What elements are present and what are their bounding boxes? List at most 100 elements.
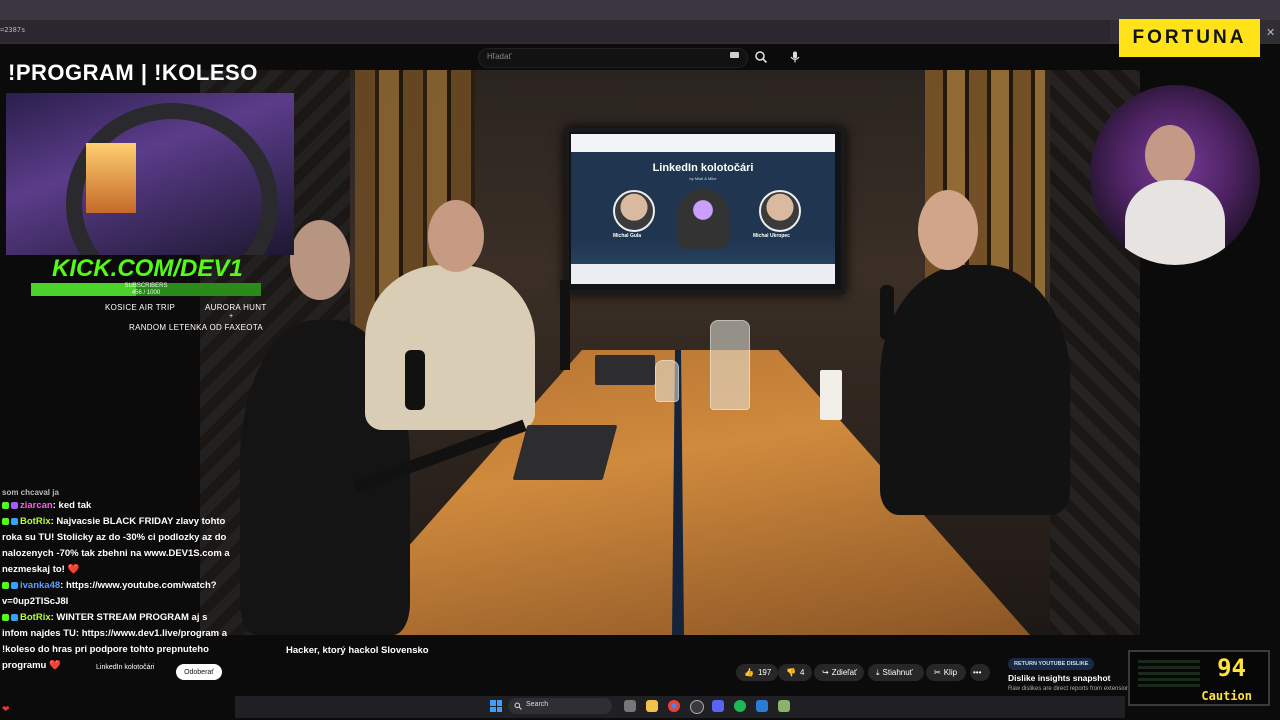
chat-panel: som chcaval ja ziarcan: ked tak BotRix: … xyxy=(2,488,232,674)
search-icon[interactable] xyxy=(754,50,768,64)
download-icon: ⤓ xyxy=(876,667,880,677)
tv-microphone-graphic xyxy=(677,189,729,249)
chat-message: ivanka48: https://www.youtube.com/watch?… xyxy=(2,578,232,610)
caution-label: Caution xyxy=(1201,689,1252,703)
dislike-count: 4 xyxy=(799,668,805,677)
kick-badge-icon xyxy=(2,517,9,525)
bot-badge-icon xyxy=(11,517,18,525)
clip-button[interactable]: ✂ Klip xyxy=(926,664,966,681)
caution-meter: 94 Caution xyxy=(1128,650,1270,706)
share-label: Zdieľať xyxy=(831,668,858,677)
chat-username[interactable]: BotRix xyxy=(20,516,51,527)
file-explorer-icon[interactable] xyxy=(646,700,658,712)
trip-aurora: AURORA HUNT xyxy=(205,303,267,312)
clip-label: Klip xyxy=(943,668,958,677)
streamer-head xyxy=(1145,125,1195,185)
caution-value: 94 xyxy=(1217,654,1246,682)
chat-partial-line: som chcaval ja xyxy=(2,488,59,497)
share-button[interactable]: ↪ Zdieľať xyxy=(814,664,864,681)
tv-footer xyxy=(571,264,835,284)
monitor-glow xyxy=(86,143,136,213)
discord-icon[interactable] xyxy=(712,700,724,712)
thumbs-down-icon: 👎 xyxy=(786,668,796,677)
task-view-icon[interactable] xyxy=(624,700,636,712)
trip-random: RANDOM LETENKA OD FAXEOTA xyxy=(129,323,264,332)
microphone-icon[interactable] xyxy=(788,50,802,64)
chat-text: : ked tak xyxy=(52,500,92,511)
keyboard-icon[interactable] xyxy=(730,52,739,58)
video-player[interactable]: LinkedIn kolotočári by Misti & Mike Mich… xyxy=(200,70,1140,635)
caution-graph xyxy=(1138,660,1200,690)
video-title: Hacker, ktorý hackol Slovensko xyxy=(286,645,429,656)
share-icon: ↪ xyxy=(822,668,829,677)
address-text: =2387s xyxy=(0,26,26,34)
tv-host-photo-left xyxy=(613,190,655,232)
kick-logo: KICK.COM/DEV1 xyxy=(52,255,243,282)
more-button[interactable]: ••• xyxy=(970,664,990,681)
dislike-card-title: Dislike insights snapshot xyxy=(1008,673,1111,683)
wall-tv: LinkedIn kolotočári by Misti & Mike Mich… xyxy=(565,128,845,294)
coffee-cup xyxy=(820,370,842,420)
stream-title: !PROGRAM | !KOLESO xyxy=(8,60,258,85)
laptop-center xyxy=(595,355,655,385)
dislike-card-desc: Raw dislikes are direct reports from ext… xyxy=(1008,686,1130,692)
chat-username[interactable]: ziarcan xyxy=(20,500,53,511)
like-count: 197 xyxy=(757,668,772,677)
sponsor-logo: FORTUNA xyxy=(1119,19,1260,57)
search-input[interactable]: Hľadať xyxy=(478,48,748,68)
tab-strip xyxy=(0,0,1280,20)
kick-badge-icon xyxy=(2,613,9,621)
download-button[interactable]: ⤓ Stiahnuť xyxy=(868,664,924,681)
search-placeholder: Hľadať xyxy=(487,52,512,61)
microphone-right xyxy=(880,285,894,340)
spotify-icon[interactable] xyxy=(734,700,746,712)
more-icon: ••• xyxy=(973,668,982,677)
tv-title: LinkedIn kolotočári xyxy=(652,162,754,174)
water-jug-right xyxy=(710,320,750,410)
chat-username[interactable]: ivanka48 xyxy=(20,580,60,591)
tv-name-right: Michal Ukropec xyxy=(753,233,790,239)
webcam-streamer-right xyxy=(1090,85,1260,265)
water-glass xyxy=(655,360,679,402)
app-icon[interactable] xyxy=(690,700,704,714)
person-right-head xyxy=(918,190,978,270)
dislike-insights-card: RETURN YOUTUBE DISLIKE Dislike insights … xyxy=(1008,656,1130,696)
microphone-stand-center xyxy=(560,280,570,370)
dislike-button[interactable]: 👎 4 xyxy=(778,664,812,681)
address-bar[interactable] xyxy=(0,20,1110,42)
download-label: Stiahnuť xyxy=(882,668,913,677)
bot-badge-icon xyxy=(11,613,18,621)
kick-badge-icon xyxy=(2,501,9,509)
subscriber-goal-count: 456 / 1000 xyxy=(131,290,161,296)
person-left-head xyxy=(290,220,350,300)
minecraft-icon[interactable] xyxy=(778,700,790,712)
tv-name-left: Michal Gula xyxy=(613,233,642,239)
windows-start-icon[interactable] xyxy=(490,700,502,712)
laptop-left xyxy=(512,425,618,480)
chat-message: BotRix: Najvacsie BLACK FRIDAY zlavy toh… xyxy=(2,514,232,578)
chat-username[interactable]: BotRix xyxy=(20,612,51,623)
close-icon[interactable]: ✕ xyxy=(1266,26,1275,39)
streamer-body xyxy=(1125,180,1225,265)
tv-screen: LinkedIn kolotočári by Misti & Mike Mich… xyxy=(571,134,835,284)
sub-badge-icon xyxy=(11,581,18,589)
subscriber-goal-title: SUBSCRIBERS xyxy=(124,283,168,289)
tv-subtitle: by Misti & Mike xyxy=(689,176,717,181)
chrome-icon[interactable] xyxy=(668,700,680,712)
heart-icon: ❤ xyxy=(2,704,10,714)
taskbar-search[interactable]: Search xyxy=(508,698,612,714)
editor-icon[interactable] xyxy=(756,700,768,712)
thumbs-up-icon: 👍 xyxy=(744,668,754,677)
tv-host-photo-right xyxy=(759,190,801,232)
taskbar-search-label: Search xyxy=(526,701,549,708)
trip-kosice: KOSICE AIR TRIP xyxy=(105,303,176,312)
like-button[interactable]: 👍 197 xyxy=(736,664,778,681)
subscribe-button[interactable]: Odoberať xyxy=(176,664,222,680)
channel-name[interactable]: LinkedIn kolotočári xyxy=(96,664,154,671)
sub-badge-icon xyxy=(11,501,18,509)
search-icon xyxy=(514,702,522,710)
return-dislike-button[interactable]: RETURN YOUTUBE DISLIKE xyxy=(1008,658,1095,670)
person-center-head xyxy=(428,200,484,272)
trip-plus: + xyxy=(229,313,234,320)
person-center xyxy=(365,265,535,430)
